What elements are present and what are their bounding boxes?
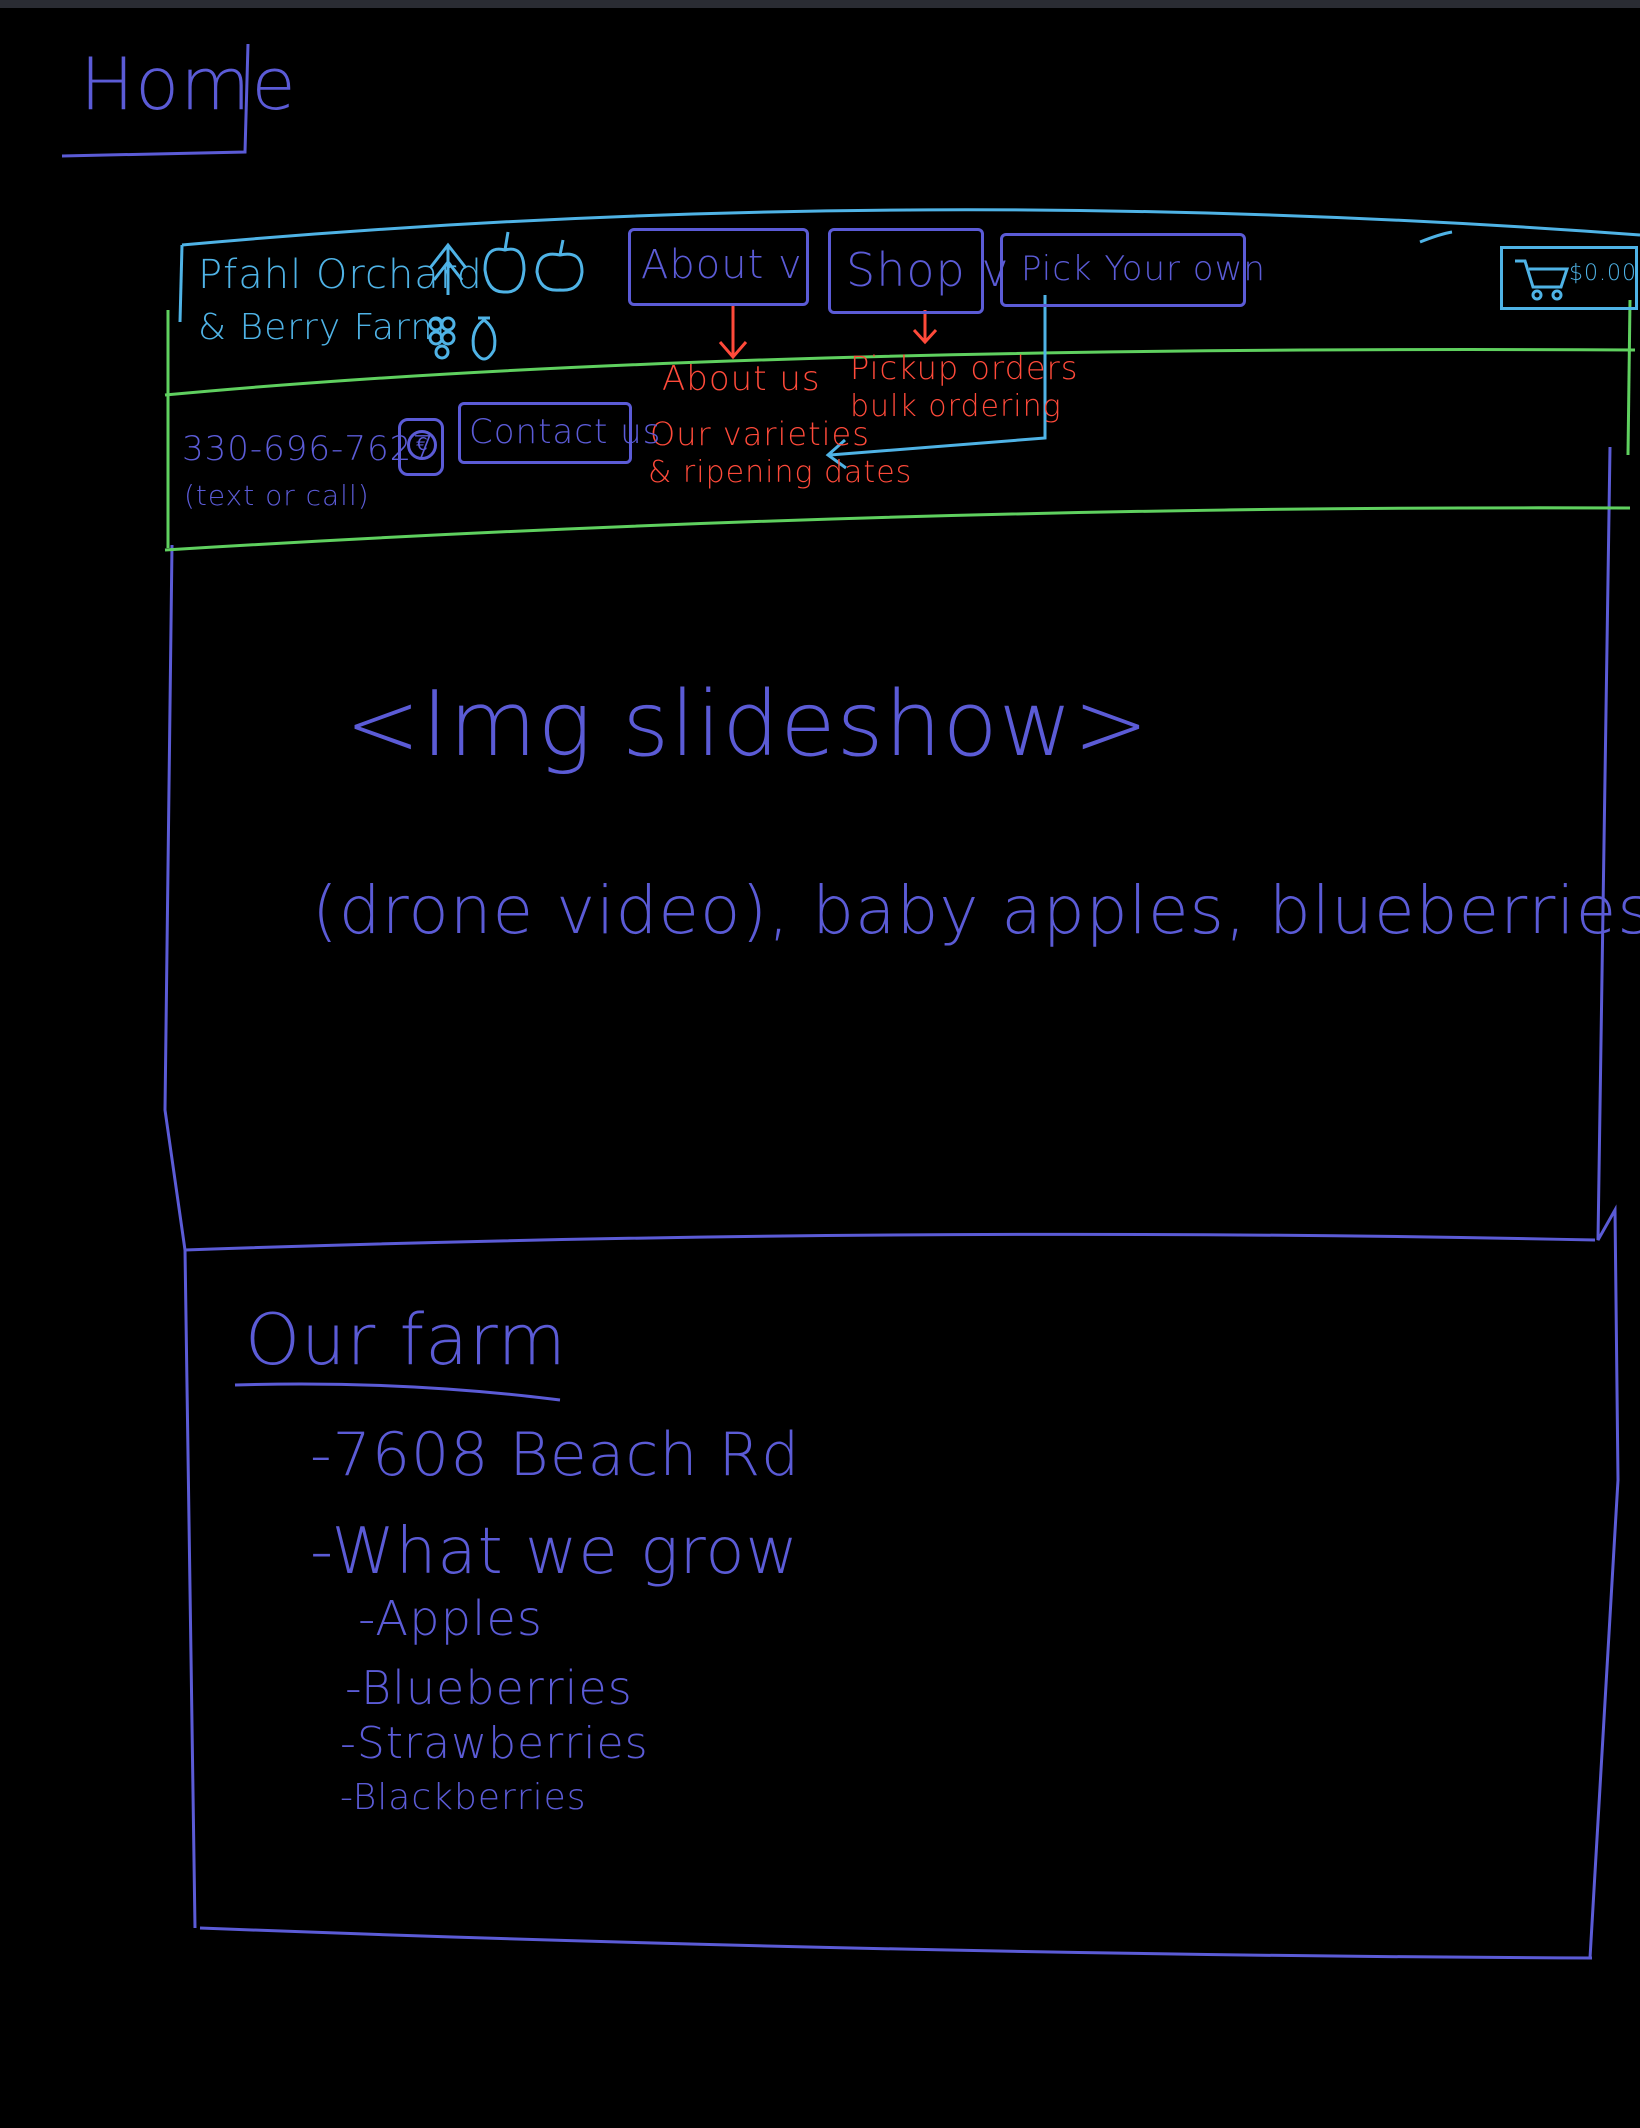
crop-item-apples: -Apples	[358, 1591, 543, 1647]
farm-address: -7608 Beach Rd	[310, 1420, 801, 1490]
crop-item-blackberries: -Blackberries	[340, 1777, 587, 1818]
crop-item-blueberries: -Blueberries	[345, 1661, 633, 1715]
farm-heading-underline	[234, 1382, 561, 1402]
crop-item-strawberries: -Strawberries	[340, 1718, 649, 1769]
farm-grow-label: -What we grow	[310, 1515, 799, 1589]
